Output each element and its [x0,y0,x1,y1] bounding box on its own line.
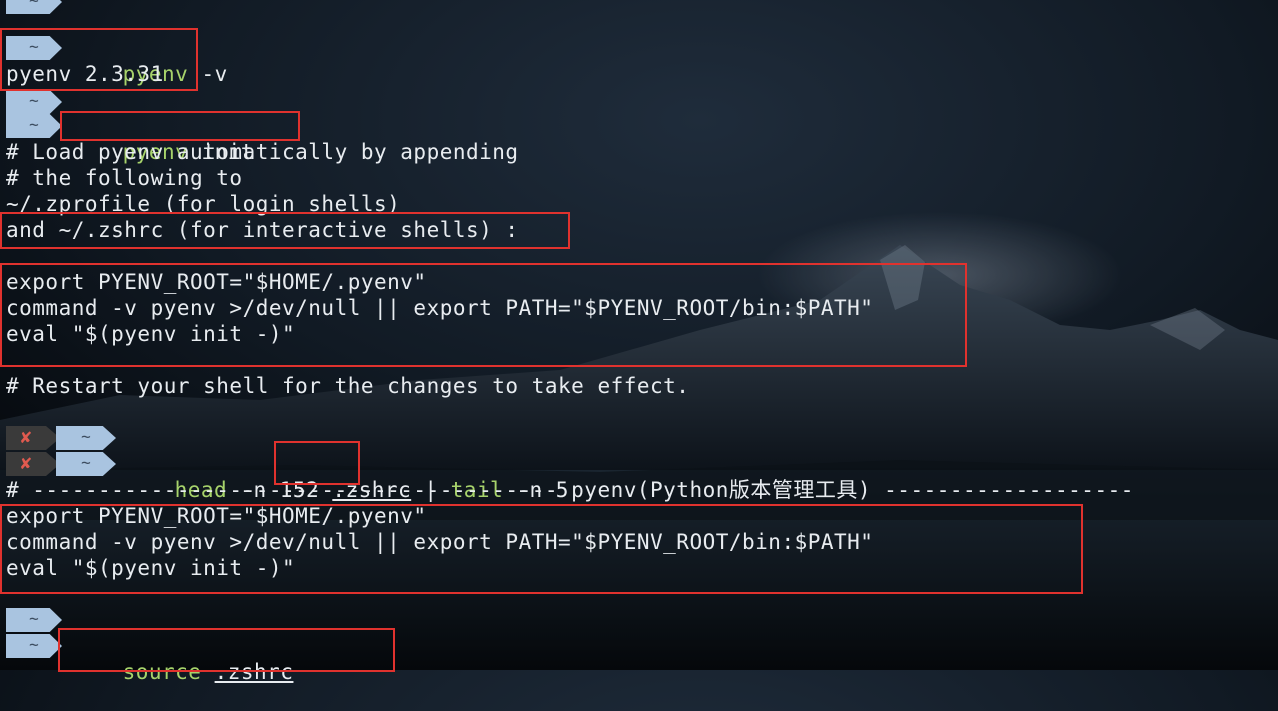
highlight-box [0,263,967,367]
highlight-box [58,628,395,672]
highlight-box [274,441,360,485]
highlight-box [0,28,198,91]
terminal-window[interactable]: ~ ~ pyenv -v pyenv 2.3.31 ~ ~ pyenv init… [0,0,1278,684]
error-mark-icon: ✘ [6,452,46,476]
home-chevron: ~ [6,608,62,632]
error-mark-icon: ✘ [6,426,46,450]
home-chevron: ~ [6,90,62,114]
home-chevron: ~ [56,426,116,450]
output-line: # --------------------------------------… [6,478,1134,502]
home-chevron: ~ [6,114,62,138]
home-chevron: ~ [6,634,62,658]
output-line: # Load pyenv automatically by appending [6,140,519,164]
output-line: # the following to [6,166,243,190]
highlight-box [0,504,1083,594]
output-line: # Restart your shell for the changes to … [6,374,690,398]
highlight-box [60,111,300,141]
home-chevron: ~ [56,452,116,476]
highlight-box [0,212,570,249]
home-chevron: ~ [6,0,62,14]
